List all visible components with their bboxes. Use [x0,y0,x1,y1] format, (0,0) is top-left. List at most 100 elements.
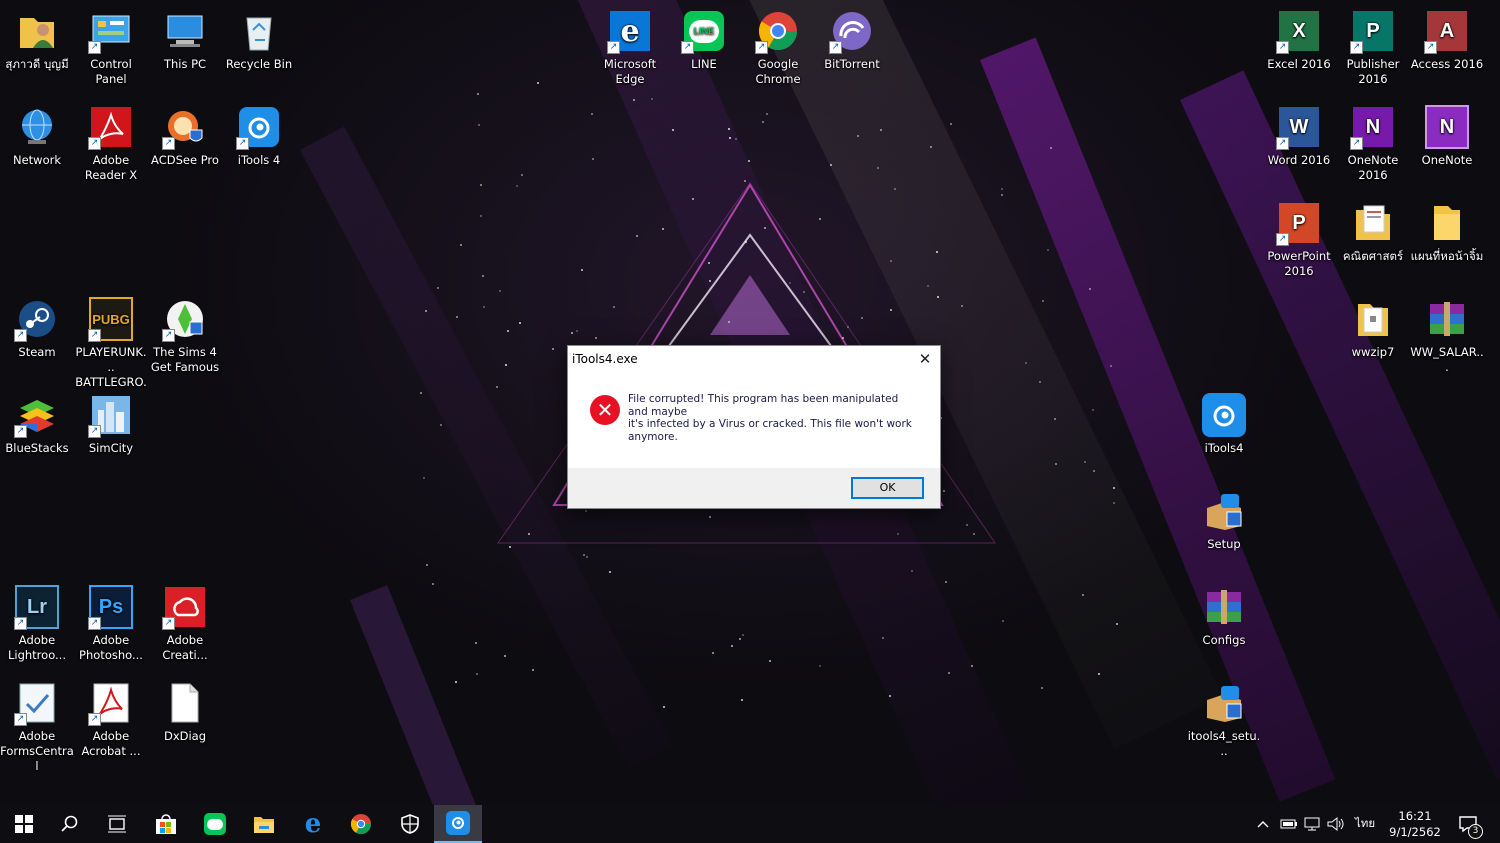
store-icon [156,814,176,834]
desktop-icon-bluestacks[interactable]: ↗ BlueStacks [0,388,74,456]
icon-label: itools4_setu... [1187,729,1261,758]
onenote-icon: N [1424,104,1470,150]
desktop-icon-itools4-setup[interactable]: itools4_setu... [1187,676,1261,759]
desktop-icon-access[interactable]: A ↗ Access 2016 [1410,4,1484,72]
icon-label: BitTorrent [824,57,880,71]
desktop-icon-configs[interactable]: Configs [1187,580,1261,648]
desktop-icon-lightroom[interactable]: Lr ↗ Adobe Lightroo... [0,580,74,663]
background-speck [949,122,952,125]
desktop-icon-control-panel[interactable]: ↗ Control Panel [74,4,148,87]
desktop-icon-recycle-bin[interactable]: Recycle Bin [222,4,296,72]
desktop-icon-folder[interactable]: แผนที่หอน้าจิ้ม [1410,196,1484,264]
desktop-icon-simcity[interactable]: ↗ SimCity [74,388,148,456]
line-icon [204,813,226,835]
desktop-icon-photoshop[interactable]: Ps ↗ Adobe Photosho... [74,580,148,663]
dialog-titlebar[interactable]: iTools4.exe ✕ [568,346,940,372]
desktop-icon-steam[interactable]: ↗ Steam [0,292,74,360]
acrobat-icon: ↗ [88,680,134,726]
show-hidden-icons[interactable] [1256,805,1270,843]
notification-count-badge: 3 [1468,824,1483,839]
desktop-icon-excel[interactable]: X ↗ Excel 2016 [1262,4,1336,72]
desktop-icon-chrome[interactable]: ↗ Google Chrome [741,4,815,87]
desktop-icon-itools4[interactable]: iTools4 [1187,388,1261,456]
battery-icon [1280,819,1297,829]
desktop-icon-ww-salar[interactable]: WW_SALAR... [1410,292,1484,375]
desktop-icon-user-folder[interactable]: สุภาวดี บุญมี [0,4,74,72]
icon-label: Adobe Reader X [84,153,138,182]
language-indicator[interactable]: ไทย [1355,805,1375,843]
error-icon: ✕ [590,395,620,425]
simcity-icon: ↗ [88,392,134,438]
desktop-icon-acdsee[interactable]: ↗ ACDSee Pro [148,100,222,168]
desktop-icon-word[interactable]: W ↗ Word 2016 [1262,100,1336,168]
desktop-icon-setup[interactable]: Setup [1187,484,1261,552]
desktop-icon-dxdiag[interactable]: DxDiag [148,676,222,744]
desktop-icon-this-pc[interactable]: This PC [148,4,222,72]
icon-label: Adobe Creati... [162,633,208,662]
background-speck [1112,486,1115,489]
background-speck [431,583,434,586]
ok-button[interactable]: OK [851,477,924,499]
volume-indicator[interactable] [1327,805,1345,843]
setup-icon [1201,488,1247,534]
dialog-message-line: File corrupted! This program has been ma… [628,393,899,418]
network-indicator[interactable] [1304,805,1322,843]
desktop-icon-publisher[interactable]: P ↗ Publisher 2016 [1336,4,1410,87]
sims-icon: ↗ [162,296,208,342]
clock[interactable]: 16:21 9/1/2562 [1388,805,1442,843]
windows-icon [15,815,33,833]
icon-label: This PC [163,57,207,71]
itools-taskbar-button[interactable] [434,805,482,843]
desktop-icon-onenote-2016[interactable]: N ↗ OneNote 2016 [1336,100,1410,183]
icon-label: Adobe Photosho... [79,633,143,662]
icon-label: DxDiag [163,729,207,743]
store-button[interactable] [142,805,190,843]
background-speck [966,523,969,526]
desktop-icon-wwzip7[interactable]: wwzip7 [1336,292,1410,360]
icon-label: PowerPoint 2016 [1267,249,1331,278]
start-button[interactable] [0,805,48,843]
close-icon[interactable]: ✕ [914,348,936,370]
desktop-icon-onenote[interactable]: N OneNote [1410,100,1484,168]
background-speck [420,391,423,394]
background-speck [506,329,509,332]
icon-label: OneNote [1421,153,1473,167]
background-speck [456,316,459,319]
task-view-icon [108,815,126,833]
battery-indicator[interactable] [1280,805,1298,843]
desktop-icon-creative-cloud[interactable]: ↗ Adobe Creati... [148,580,222,663]
desktop-icon-edge[interactable]: e ↗ Microsoft Edge [593,4,667,87]
chevron-up-icon [1257,821,1269,828]
search-button[interactable] [46,805,94,843]
onenote-2016-icon: N ↗ [1350,104,1396,150]
line-taskbar-button[interactable] [191,805,239,843]
desktop-icon-adobe-reader[interactable]: ↗ Adobe Reader X [74,100,148,183]
desktop-icon-math-folder[interactable]: คณิตศาสตร์ [1336,196,1410,264]
file-explorer-button[interactable] [240,805,288,843]
desktop-icon-network[interactable]: Network [0,100,74,168]
background-speck [740,698,743,701]
desktop-icon-acrobat[interactable]: ↗ Adobe Acrobat ... [74,676,148,759]
desktop-icon-bittorrent[interactable]: ↗ BitTorrent [815,4,889,72]
background-speck [520,174,523,177]
background-speck [590,112,593,115]
desktop-icon-powerpoint[interactable]: P ↗ PowerPoint 2016 [1262,196,1336,279]
desktop-icon-line[interactable]: LINE ↗ LINE [667,4,741,72]
edge-taskbar-button[interactable]: e [289,805,337,843]
background-speck [947,671,950,674]
background-speck [910,570,913,573]
folder-icon [254,817,274,833]
background-speck [475,672,478,675]
word-icon: W ↗ [1276,104,1322,150]
clock-date: 9/1/2562 [1389,825,1441,839]
access-icon: A ↗ [1424,8,1470,54]
task-view-button[interactable] [93,805,141,843]
security-button[interactable] [386,805,434,843]
desktop-icon-itools[interactable]: ↗ iTools 4 [222,100,296,168]
background-speck [1091,409,1094,412]
background-speck [425,564,428,567]
action-center-button[interactable]: 3 [1458,805,1483,843]
chrome-taskbar-button[interactable] [337,805,385,843]
desktop-icon-forms-central[interactable]: ↗ Adobe FormsCentral [0,676,74,774]
desktop-icon-sims[interactable]: ↗ The Sims 4 Get Famous [148,292,222,375]
